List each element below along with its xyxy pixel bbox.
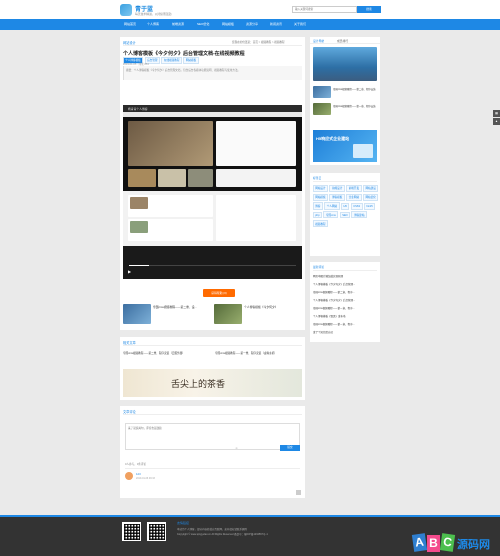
tag-link[interactable]: 网站设计 — [312, 184, 329, 192]
nav-item[interactable]: 关于我们 — [294, 19, 306, 30]
video-player[interactable]: 杨青青个人博客 ▶ — [123, 105, 302, 279]
tag-cloud: 网站设计 前端设计 前端开发 网站建设网站模板 博客模板 企业网站 网站优化博客 个人网站 H5… — [312, 184, 379, 228]
tag-link[interactable]: 网站建设 — [362, 184, 379, 192]
video-title: 杨青青个人博客 — [128, 106, 148, 111]
logo-icon[interactable] — [120, 4, 132, 16]
next-article-link[interactable]: 个人博客模板《今夕何夕》 — [244, 305, 302, 309]
comment-input[interactable] — [125, 423, 300, 450]
prev-next-box: 帝国cms视频教程——第二章、设... 个人博客模板《今夕何夕》 — [120, 300, 305, 330]
nav-item[interactable]: 前端资源 — [172, 19, 184, 30]
tag-link[interactable]: 视频教程 — [312, 219, 329, 228]
back-to-top-icon[interactable]: ▲ — [493, 118, 500, 125]
latest-item[interactable]: 帝国cms视频教程——第二章、程序... — [313, 290, 377, 294]
nav-item[interactable]: SEO优化 — [197, 19, 209, 30]
sidebar-featured: 设计导航 成员排行 帝国cms视频教程——第二章、程序安装 帝国cms视频教程—… — [310, 37, 380, 165]
article-summary: 摘要：个人博客模板《今夕何夕》后台管理文档，包含后台各模块功能说明、视频教程与使… — [123, 66, 302, 80]
tag-link[interactable]: 前端开发 — [346, 184, 362, 192]
footer-line: 本站为个人博客，部分内容转载自互联网，如有侵权请联系删除 — [177, 528, 248, 531]
news-thumbnail[interactable] — [313, 103, 331, 115]
watermark-text: 源码网 — [457, 539, 490, 551]
tag-link[interactable]: 博客建站 — [351, 211, 368, 219]
tag-link[interactable]: CSS3 — [350, 203, 363, 210]
news-title[interactable]: 帝国cms视频教程——第二章、程序安装 — [333, 87, 377, 96]
featured-image[interactable] — [313, 47, 377, 81]
avatar — [125, 472, 133, 480]
watermark-logo: A B C 源码网 — [411, 533, 498, 554]
comment-count: 0人参与，0条评论 — [125, 463, 147, 466]
sidebar-tab[interactable]: 设计导航 — [313, 39, 324, 43]
nav-item[interactable]: 网站首页 — [124, 19, 136, 30]
tag-link[interactable]: 前端设计 — [329, 184, 345, 192]
play-icon[interactable]: ▶ — [128, 269, 131, 274]
sidebar-tags: 标签云 网站设计 前端设计 前端开发 网站建设网站模板 博客模板 企业网站 网站优化博客 个人… — [310, 173, 380, 256]
tag-link[interactable]: 博客 — [312, 202, 323, 210]
tag-link[interactable]: 网站优化 — [362, 193, 379, 201]
tag-link[interactable]: SEO — [339, 212, 351, 219]
h5-banner[interactable]: H5响应式企业建站 — [313, 130, 377, 162]
nav-item[interactable]: 资源分享 — [246, 19, 258, 30]
tag-link[interactable]: 企业网站 — [346, 193, 362, 201]
latest-title: 最新评论 — [313, 265, 325, 269]
download-button[interactable]: 获得帮助 (0) — [203, 289, 235, 297]
article-tags: 个人博客模板 后台管理 在线视频教程 网站模板 — [122, 56, 304, 65]
prev-article-link[interactable]: 帝国cms视频教程——第二章、设... — [153, 305, 213, 309]
tea-banner[interactable]: 舌尖上的茶香 — [123, 369, 302, 397]
tag-link[interactable]: 网站模板 — [312, 193, 329, 201]
latest-item[interactable]: 个人博客模板《雪见》发布啦 — [313, 314, 377, 318]
qr-code-icon — [147, 522, 166, 541]
news-thumbnail[interactable] — [313, 86, 331, 98]
tag-link[interactable]: H5 — [340, 203, 350, 210]
tag-link[interactable]: 帝国cms — [323, 211, 339, 219]
latest-item[interactable]: 网页中图片懒加载实现原理 — [313, 274, 377, 278]
tag-link[interactable]: 博客模板 — [329, 193, 345, 201]
submit-comment-button[interactable]: 提交 — [280, 445, 300, 451]
comment-user[interactable]: 123 — [136, 472, 141, 476]
site-slogan: 每天技术精进，以持续而强劲 — [135, 11, 172, 16]
footer-copyright: Copyright © www.qingyulan.cn All Rights … — [177, 533, 268, 536]
related-card: 相关文章 帝国cms视频教程——第二章、程序安装（云服务器） 帝国cms视频教程… — [120, 337, 305, 400]
article-card: 网站设计 您现在的位置是：首页 > 视频教程 > 视频教程 个人博客模板《今夕何… — [120, 37, 305, 330]
sidebar-latest: 最新评论 网页中图片懒加载实现原理 个人博客模板《今夕何夕》后台管理... 帝国… — [310, 262, 380, 342]
tag-link[interactable]: 个人网站 — [324, 202, 340, 210]
footer-links-title: 友情链接 — [177, 521, 190, 525]
news-title[interactable]: 帝国cms视频教程——第一章、程序安装 — [333, 104, 377, 113]
search-button[interactable]: 搜索 — [357, 6, 381, 13]
next-thumbnail[interactable] — [214, 304, 242, 324]
tag-cloud-title: 标签云 — [313, 176, 322, 180]
emoji-icon[interactable]: ☺ — [235, 446, 238, 450]
sidebar-tab[interactable]: 成员排行 — [337, 39, 348, 43]
nav-item[interactable]: 个人博客 — [147, 19, 159, 30]
side-qr-icon[interactable]: ▦ — [493, 110, 500, 117]
prev-thumbnail[interactable] — [123, 304, 151, 324]
article-tag[interactable]: 网站模板 — [183, 56, 199, 64]
latest-item[interactable]: 发了个短信给自己 — [313, 330, 377, 334]
search-input[interactable] — [292, 6, 357, 13]
latest-item[interactable]: 帝国cms视频教程——第一章、程序... — [313, 306, 377, 310]
tag-link[interactable]: html5 — [363, 203, 376, 210]
comment-time: 2019-01-06 09:33 — [136, 477, 155, 480]
tag-link[interactable]: php — [312, 212, 323, 219]
site-header: 青于蓝 每天技术精进，以持续而强劲 搜索 — [0, 0, 500, 19]
latest-item[interactable]: 个人博客模板《今夕何夕》后台管理... — [313, 298, 377, 302]
article-tag[interactable]: 在线视频教程 — [161, 56, 183, 64]
nav-item[interactable]: 新闻资讯 — [270, 19, 282, 30]
nav-item[interactable]: 网站模板 — [222, 19, 234, 30]
related-item[interactable]: 帝国cms视频教程——第二章、程序安装（云服务器） — [123, 351, 208, 355]
banner-text: 舌尖上的茶香 — [171, 380, 226, 390]
latest-item[interactable]: 个人博客模板《今夕何夕》后台管理... — [313, 282, 377, 286]
qr-code-icon — [122, 522, 141, 541]
latest-item[interactable]: 帝国cms视频教程——第一章、程序... — [313, 322, 377, 326]
main-nav: 网站首页 个人博客 前端资源 SEO优化 网站模板 资源分享 新闻资讯 关于我们 — [0, 19, 500, 30]
scroll-top-icon[interactable] — [296, 490, 301, 495]
breadcrumb[interactable]: 您现在的位置是：首页 > 视频教程 > 视频教程 — [232, 40, 304, 44]
comments-card: 文章评论 ☺ 提交 0人参与，0条评论 123 2019-01-06 09:33 — [120, 406, 305, 498]
h5-banner-text: H5响应式企业建站 — [316, 136, 350, 141]
site-footer: 友情链接 本站为个人博客，部分内容转载自互联网，如有侵权请联系删除 Copyri… — [0, 517, 500, 556]
related-item[interactable]: 帝国cms视频教程——第一章、程序安装（虚拟主机） — [215, 351, 303, 355]
